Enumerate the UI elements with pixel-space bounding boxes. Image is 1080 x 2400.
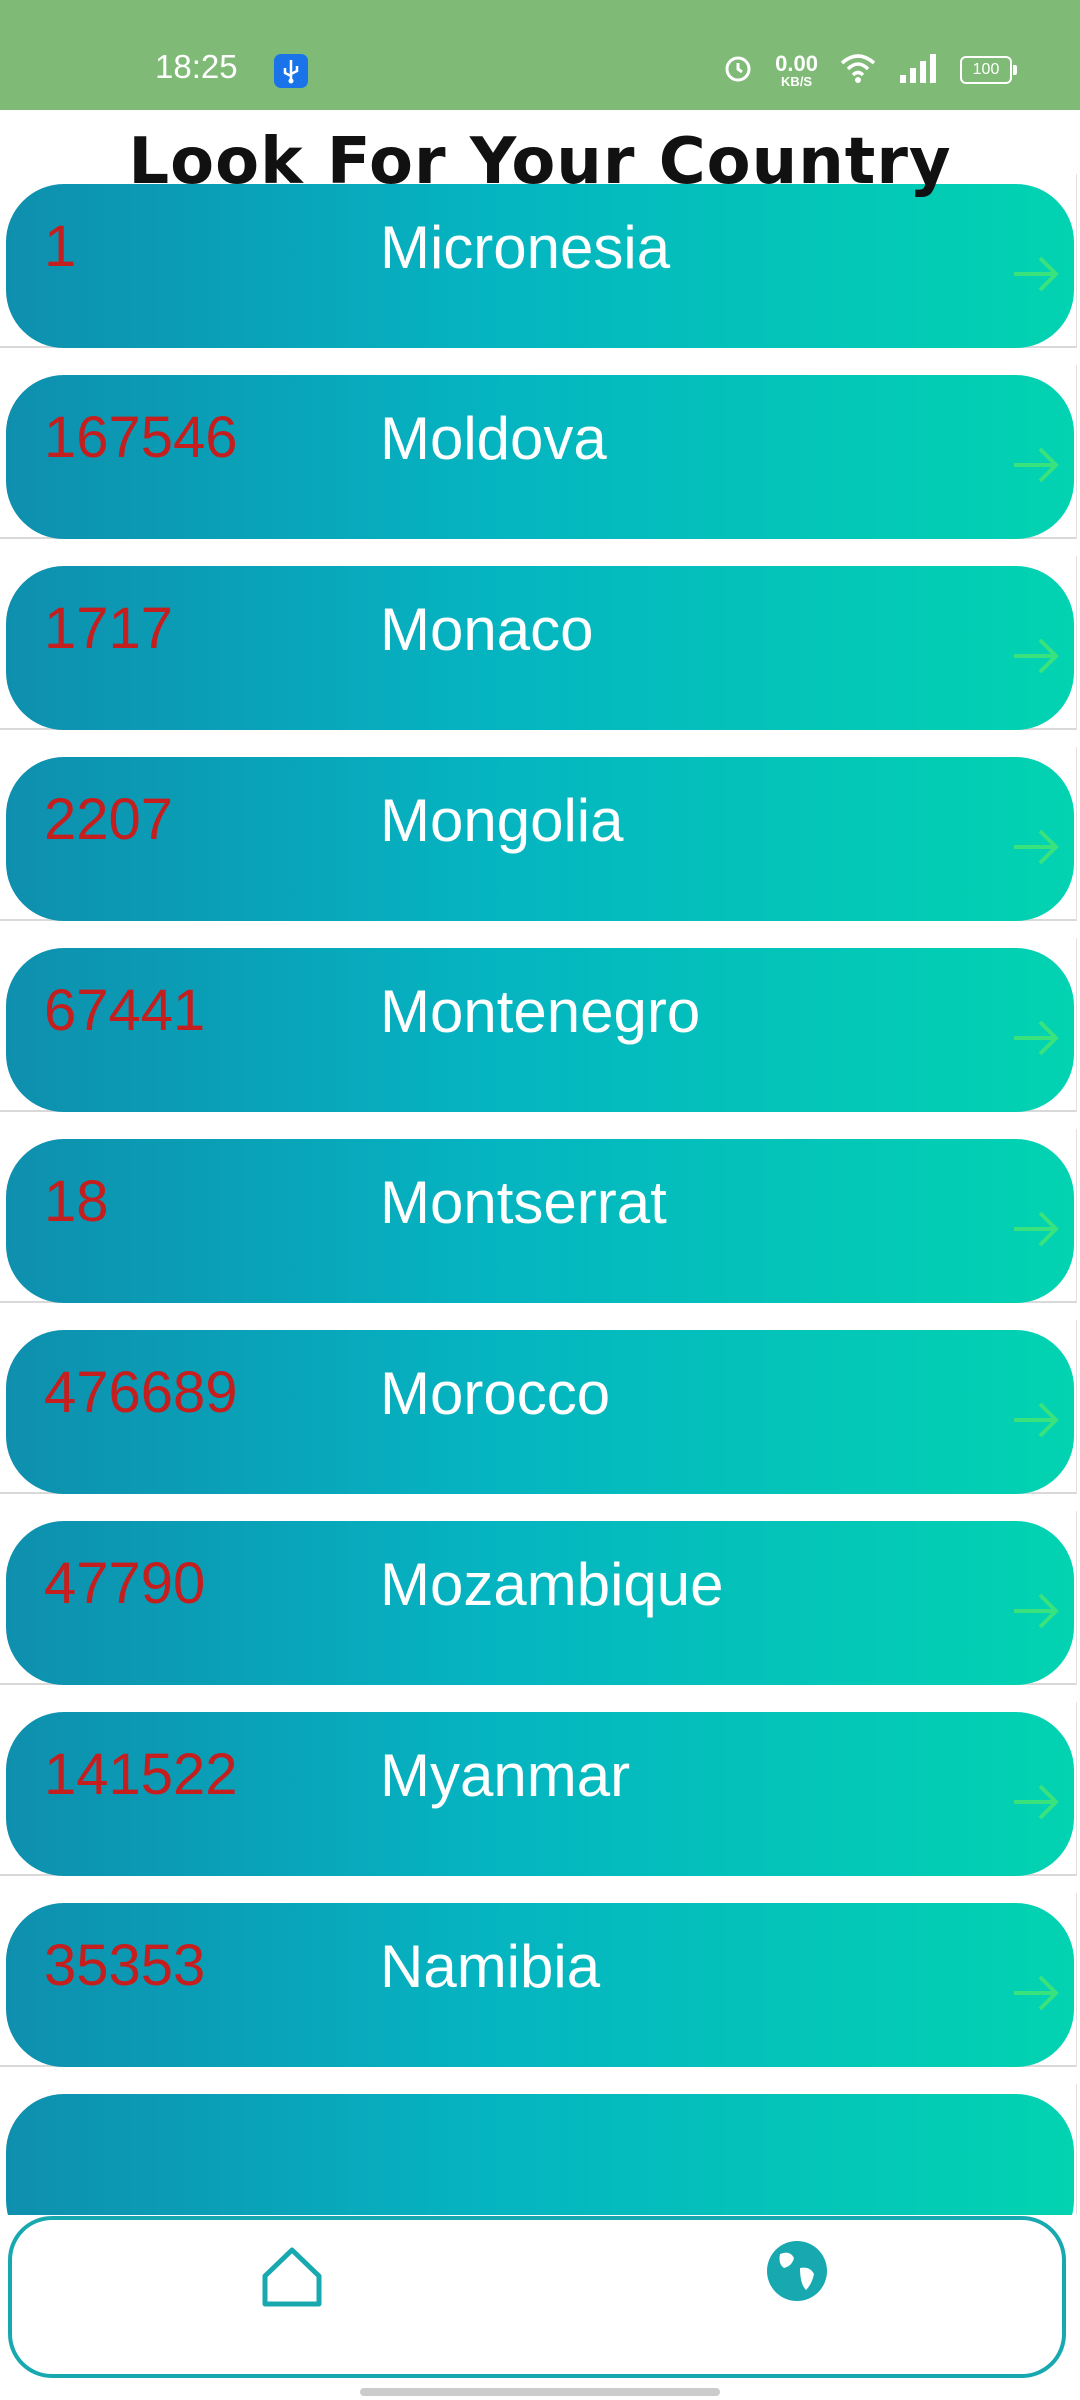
signal-icon [898, 51, 940, 89]
country-row[interactable]: 18 Montserrat [0, 1129, 1077, 1303]
country-name: Montserrat [380, 1169, 667, 1236]
country-row[interactable]: 47790 Mozambique [0, 1511, 1077, 1685]
country-count: 47790 [44, 1551, 206, 1616]
status-bar: 18:25 0.00 KB/S 100 [0, 0, 1080, 110]
arrow-right-icon[interactable] [1008, 628, 1064, 684]
home-icon[interactable] [257, 2242, 327, 2312]
arrow-right-icon[interactable] [1008, 1774, 1064, 1830]
arrow-right-icon[interactable] [1008, 819, 1064, 875]
battery-icon: 100 [960, 56, 1017, 84]
list-item-partial[interactable] [0, 2084, 1077, 2215]
arrow-right-icon[interactable] [1008, 1010, 1064, 1066]
wifi-icon [838, 51, 878, 89]
home-indicator [360, 2388, 720, 2396]
country-count: 141522 [44, 1742, 238, 1807]
page-title: Look For Your Country [128, 125, 952, 199]
country-count: 35353 [44, 1933, 206, 1998]
country-pill[interactable] [6, 2094, 1074, 2215]
net-speed-value: 0.00 [775, 50, 818, 76]
battery-level: 100 [972, 61, 1000, 78]
net-speed: 0.00 KB/S [775, 50, 818, 89]
country-name: Myanmar [380, 1742, 631, 1809]
country-count: 1 [44, 214, 77, 279]
country-row[interactable]: 476689 Morocco [0, 1320, 1077, 1494]
net-speed-unit: KB/S [781, 73, 813, 89]
country-row[interactable]: 2207 Mongolia [0, 747, 1077, 921]
country-name: Micronesia [380, 214, 671, 281]
country-name: Morocco [380, 1360, 611, 1427]
country-count: 2207 [44, 787, 174, 852]
country-row[interactable]: 35353 Namibia [0, 1893, 1077, 2067]
country-name: Mongolia [380, 787, 624, 854]
arrow-right-icon[interactable] [1008, 1201, 1064, 1257]
country-name: Namibia [380, 1933, 601, 2000]
country-name: Moldova [380, 405, 607, 472]
country-count: 18 [44, 1169, 109, 1234]
country-row[interactable]: 1717 Monaco [0, 556, 1077, 730]
country-row[interactable]: 167546 Moldova [0, 365, 1077, 539]
country-count: 476689 [44, 1360, 238, 1425]
country-row[interactable]: 67441 Montenegro [0, 938, 1077, 1112]
bottom-navigation [8, 2216, 1066, 2378]
country-name: Monaco [380, 596, 594, 663]
arrow-right-icon[interactable] [1008, 1392, 1064, 1448]
country-name: Mozambique [380, 1551, 724, 1618]
arrow-right-icon[interactable] [1008, 1965, 1064, 2021]
globe-icon[interactable] [764, 2238, 830, 2304]
arrow-right-icon[interactable] [1008, 437, 1064, 493]
arrow-right-icon[interactable] [1008, 246, 1064, 302]
status-time: 18:25 [155, 48, 238, 85]
country-count: 67441 [44, 978, 206, 1043]
arrow-right-icon[interactable] [1008, 1583, 1064, 1639]
usb-icon [274, 54, 308, 88]
country-row[interactable]: 141522 Myanmar [0, 1702, 1077, 1876]
country-count: 1717 [44, 596, 174, 661]
alarm-icon [721, 51, 755, 89]
country-count: 167546 [44, 405, 238, 470]
country-list[interactable]: 1 Micronesia 167546 Moldova 1717 Monaco … [0, 110, 1080, 2215]
status-icons: 0.00 KB/S 100 [721, 50, 1017, 90]
country-row[interactable]: 1 Micronesia [0, 174, 1077, 348]
country-name: Montenegro [380, 978, 701, 1045]
